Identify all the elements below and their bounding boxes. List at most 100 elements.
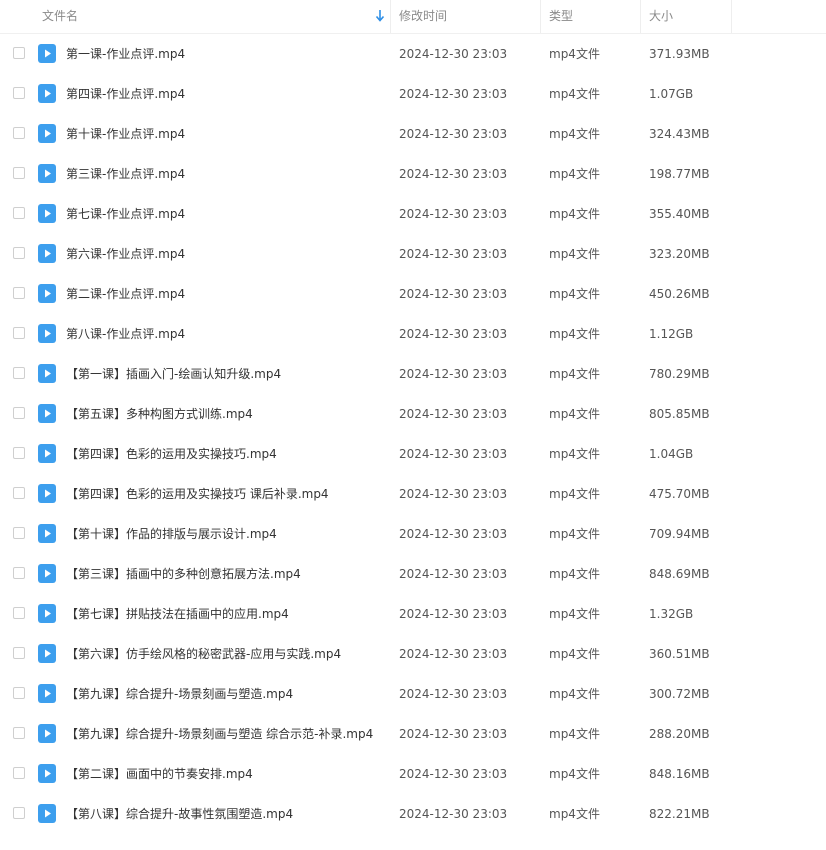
video-file-icon: [38, 164, 56, 183]
table-row[interactable]: 第七课-作业点评.mp4 2024-12-30 23:03 mp4文件 355.…: [0, 194, 826, 234]
file-name[interactable]: 【第八课】综合提升-故事性氛围塑造.mp4: [66, 794, 386, 834]
row-checkbox[interactable]: [13, 127, 25, 139]
video-file-icon: [38, 124, 56, 143]
file-size: 323.20MB: [649, 247, 710, 261]
row-checkbox[interactable]: [13, 487, 25, 499]
table-row[interactable]: 【第三课】插画中的多种创意拓展方法.mp4 2024-12-30 23:03 m…: [0, 554, 826, 594]
video-file-icon: [38, 564, 56, 583]
row-checkbox[interactable]: [13, 527, 25, 539]
table-row[interactable]: 第三课-作业点评.mp4 2024-12-30 23:03 mp4文件 198.…: [0, 154, 826, 194]
file-modified-time: 2024-12-30 23:03: [399, 807, 508, 821]
file-size: 1.07GB: [649, 87, 694, 101]
table-row[interactable]: 第二课-作业点评.mp4 2024-12-30 23:03 mp4文件 450.…: [0, 274, 826, 314]
row-checkbox[interactable]: [13, 407, 25, 419]
file-type: mp4文件: [549, 767, 600, 781]
file-name[interactable]: 第四课-作业点评.mp4: [66, 74, 386, 114]
row-checkbox[interactable]: [13, 727, 25, 739]
file-type: mp4文件: [549, 207, 600, 221]
file-name[interactable]: 【第三课】插画中的多种创意拓展方法.mp4: [66, 554, 386, 594]
row-checkbox[interactable]: [13, 607, 25, 619]
row-checkbox[interactable]: [13, 367, 25, 379]
video-file-icon: [38, 324, 56, 343]
video-file-icon: [38, 284, 56, 303]
file-type: mp4文件: [549, 527, 600, 541]
table-row[interactable]: 【第四课】色彩的运用及实操技巧 课后补录.mp4 2024-12-30 23:0…: [0, 474, 826, 514]
file-name[interactable]: 【第九课】综合提升-场景刻画与塑造.mp4: [66, 674, 386, 714]
table-row[interactable]: 【第八课】综合提升-故事性氛围塑造.mp4 2024-12-30 23:03 m…: [0, 794, 826, 834]
table-row[interactable]: 【第七课】拼贴技法在插画中的应用.mp4 2024-12-30 23:03 mp…: [0, 594, 826, 634]
file-modified-time: 2024-12-30 23:03: [399, 247, 508, 261]
row-checkbox[interactable]: [13, 447, 25, 459]
file-name[interactable]: 【第九课】综合提升-场景刻画与塑造 综合示范-补录.mp4: [66, 714, 386, 754]
table-header: 文件名 修改时间 类型 大小: [0, 0, 826, 34]
file-size: 780.29MB: [649, 367, 710, 381]
file-size: 300.72MB: [649, 687, 710, 701]
table-row[interactable]: 第一课-作业点评.mp4 2024-12-30 23:03 mp4文件 371.…: [0, 34, 826, 74]
video-file-icon: [38, 44, 56, 63]
table-row[interactable]: 【第十课】作品的排版与展示设计.mp4 2024-12-30 23:03 mp4…: [0, 514, 826, 554]
file-type: mp4文件: [549, 87, 600, 101]
row-checkbox[interactable]: [13, 647, 25, 659]
file-size: 805.85MB: [649, 407, 710, 421]
table-row[interactable]: 第八课-作业点评.mp4 2024-12-30 23:03 mp4文件 1.12…: [0, 314, 826, 354]
file-name[interactable]: 【第六课】仿手绘风格的秘密武器-应用与实践.mp4: [66, 634, 386, 674]
file-type: mp4文件: [549, 127, 600, 141]
table-row[interactable]: 【第一课】插画入门-绘画认知升级.mp4 2024-12-30 23:03 mp…: [0, 354, 826, 394]
table-row[interactable]: 第六课-作业点评.mp4 2024-12-30 23:03 mp4文件 323.…: [0, 234, 826, 274]
file-size: 709.94MB: [649, 527, 710, 541]
column-header-type[interactable]: 类型: [540, 0, 639, 33]
file-name[interactable]: 第八课-作业点评.mp4: [66, 314, 386, 354]
column-header-size[interactable]: 大小: [640, 0, 732, 33]
file-type: mp4文件: [549, 487, 600, 501]
file-modified-time: 2024-12-30 23:03: [399, 287, 508, 301]
file-name[interactable]: 【第一课】插画入门-绘画认知升级.mp4: [66, 354, 386, 394]
table-row[interactable]: 【第九课】综合提升-场景刻画与塑造 综合示范-补录.mp4 2024-12-30…: [0, 714, 826, 754]
row-checkbox[interactable]: [13, 287, 25, 299]
file-type: mp4文件: [549, 247, 600, 261]
column-header-name[interactable]: 文件名: [42, 0, 382, 33]
video-file-icon: [38, 644, 56, 663]
row-checkbox[interactable]: [13, 207, 25, 219]
file-name[interactable]: 【第七课】拼贴技法在插画中的应用.mp4: [66, 594, 386, 634]
video-file-icon: [38, 204, 56, 223]
row-checkbox[interactable]: [13, 567, 25, 579]
row-checkbox[interactable]: [13, 327, 25, 339]
table-row[interactable]: 第十课-作业点评.mp4 2024-12-30 23:03 mp4文件 324.…: [0, 114, 826, 154]
column-header-modified[interactable]: 修改时间: [390, 0, 539, 33]
table-row[interactable]: 【第二课】画面中的节奏安排.mp4 2024-12-30 23:03 mp4文件…: [0, 754, 826, 794]
file-size: 848.69MB: [649, 567, 710, 581]
file-name[interactable]: 【第二课】画面中的节奏安排.mp4: [66, 754, 386, 794]
row-checkbox[interactable]: [13, 807, 25, 819]
file-name[interactable]: 【第五课】多种构图方式训练.mp4: [66, 394, 386, 434]
file-size: 822.21MB: [649, 807, 710, 821]
table-row[interactable]: 【第六课】仿手绘风格的秘密武器-应用与实践.mp4 2024-12-30 23:…: [0, 634, 826, 674]
sort-desc-arrow-icon[interactable]: [374, 9, 386, 23]
file-name[interactable]: 【第四课】色彩的运用及实操技巧 课后补录.mp4: [66, 474, 386, 514]
file-type: mp4文件: [549, 567, 600, 581]
file-name[interactable]: 第十课-作业点评.mp4: [66, 114, 386, 154]
table-row[interactable]: 【第五课】多种构图方式训练.mp4 2024-12-30 23:03 mp4文件…: [0, 394, 826, 434]
table-row[interactable]: 第四课-作业点评.mp4 2024-12-30 23:03 mp4文件 1.07…: [0, 74, 826, 114]
file-name[interactable]: 第七课-作业点评.mp4: [66, 194, 386, 234]
row-checkbox[interactable]: [13, 167, 25, 179]
table-row[interactable]: 【第九课】综合提升-场景刻画与塑造.mp4 2024-12-30 23:03 m…: [0, 674, 826, 714]
file-size: 198.77MB: [649, 167, 710, 181]
row-checkbox[interactable]: [13, 767, 25, 779]
video-file-icon: [38, 764, 56, 783]
file-name[interactable]: 【第四课】色彩的运用及实操技巧.mp4: [66, 434, 386, 474]
file-name[interactable]: 第二课-作业点评.mp4: [66, 274, 386, 314]
row-checkbox[interactable]: [13, 47, 25, 59]
row-checkbox[interactable]: [13, 87, 25, 99]
table-row[interactable]: 【第四课】色彩的运用及实操技巧.mp4 2024-12-30 23:03 mp4…: [0, 434, 826, 474]
video-file-icon: [38, 724, 56, 743]
file-size: 475.70MB: [649, 487, 710, 501]
file-name[interactable]: 第一课-作业点评.mp4: [66, 34, 386, 74]
file-name[interactable]: 【第十课】作品的排版与展示设计.mp4: [66, 514, 386, 554]
file-modified-time: 2024-12-30 23:03: [399, 87, 508, 101]
video-file-icon: [38, 604, 56, 623]
row-checkbox[interactable]: [13, 687, 25, 699]
row-checkbox[interactable]: [13, 247, 25, 259]
file-name[interactable]: 第六课-作业点评.mp4: [66, 234, 386, 274]
file-name[interactable]: 第三课-作业点评.mp4: [66, 154, 386, 194]
file-size: 1.04GB: [649, 447, 694, 461]
